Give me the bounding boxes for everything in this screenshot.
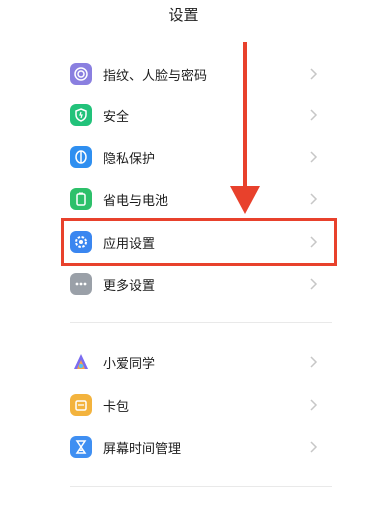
down-arrow-icon <box>230 42 260 214</box>
